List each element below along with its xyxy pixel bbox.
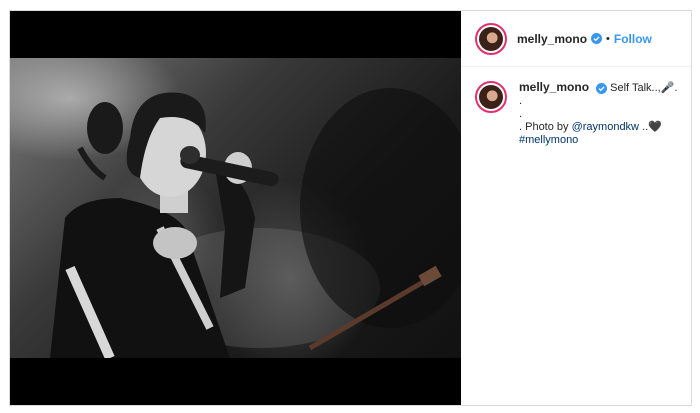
mention-link[interactable]: @raymondkw xyxy=(572,121,639,133)
caption-line-3: . xyxy=(519,108,523,120)
separator-dot: • xyxy=(606,32,610,45)
post-photo[interactable] xyxy=(10,58,461,358)
caption-line-2: . xyxy=(519,95,523,107)
post-header: melly_mono • Follow xyxy=(461,11,691,67)
caption-text: melly_mono Self Talk..,🎤. . . . Photo by… xyxy=(519,81,679,147)
follow-button[interactable]: Follow xyxy=(614,32,652,46)
singer-photo-illustration xyxy=(50,88,461,358)
avatar[interactable] xyxy=(475,22,507,55)
caption-comment: melly_mono Self Talk..,🎤. . . . Photo by… xyxy=(461,67,691,147)
verified-badge-icon xyxy=(591,33,603,44)
hashtag-link[interactable]: #mellymono xyxy=(519,134,679,147)
caption-line-4-suffix: ..🖤 xyxy=(639,121,662,133)
username-link[interactable]: melly_mono xyxy=(517,32,587,46)
post-sidebar: melly_mono • Follow melly_mono Self Talk… xyxy=(461,11,691,405)
caption-username-link[interactable]: melly_mono xyxy=(519,80,589,94)
caption-line-4: . Photo by @raymondkw ..🖤 xyxy=(519,121,679,134)
verified-badge-icon xyxy=(596,82,608,94)
caption-first-text: Self Talk..,🎤. xyxy=(610,82,678,94)
caption-photo-by: . Photo by xyxy=(519,121,572,133)
avatar-image xyxy=(479,26,503,51)
instagram-post: melly_mono • Follow melly_mono Self Talk… xyxy=(9,10,692,406)
post-media[interactable] xyxy=(10,11,461,405)
caption-line-1: melly_mono Self Talk..,🎤. xyxy=(519,81,679,95)
caption-avatar[interactable] xyxy=(475,81,507,113)
avatar-image xyxy=(479,85,503,109)
